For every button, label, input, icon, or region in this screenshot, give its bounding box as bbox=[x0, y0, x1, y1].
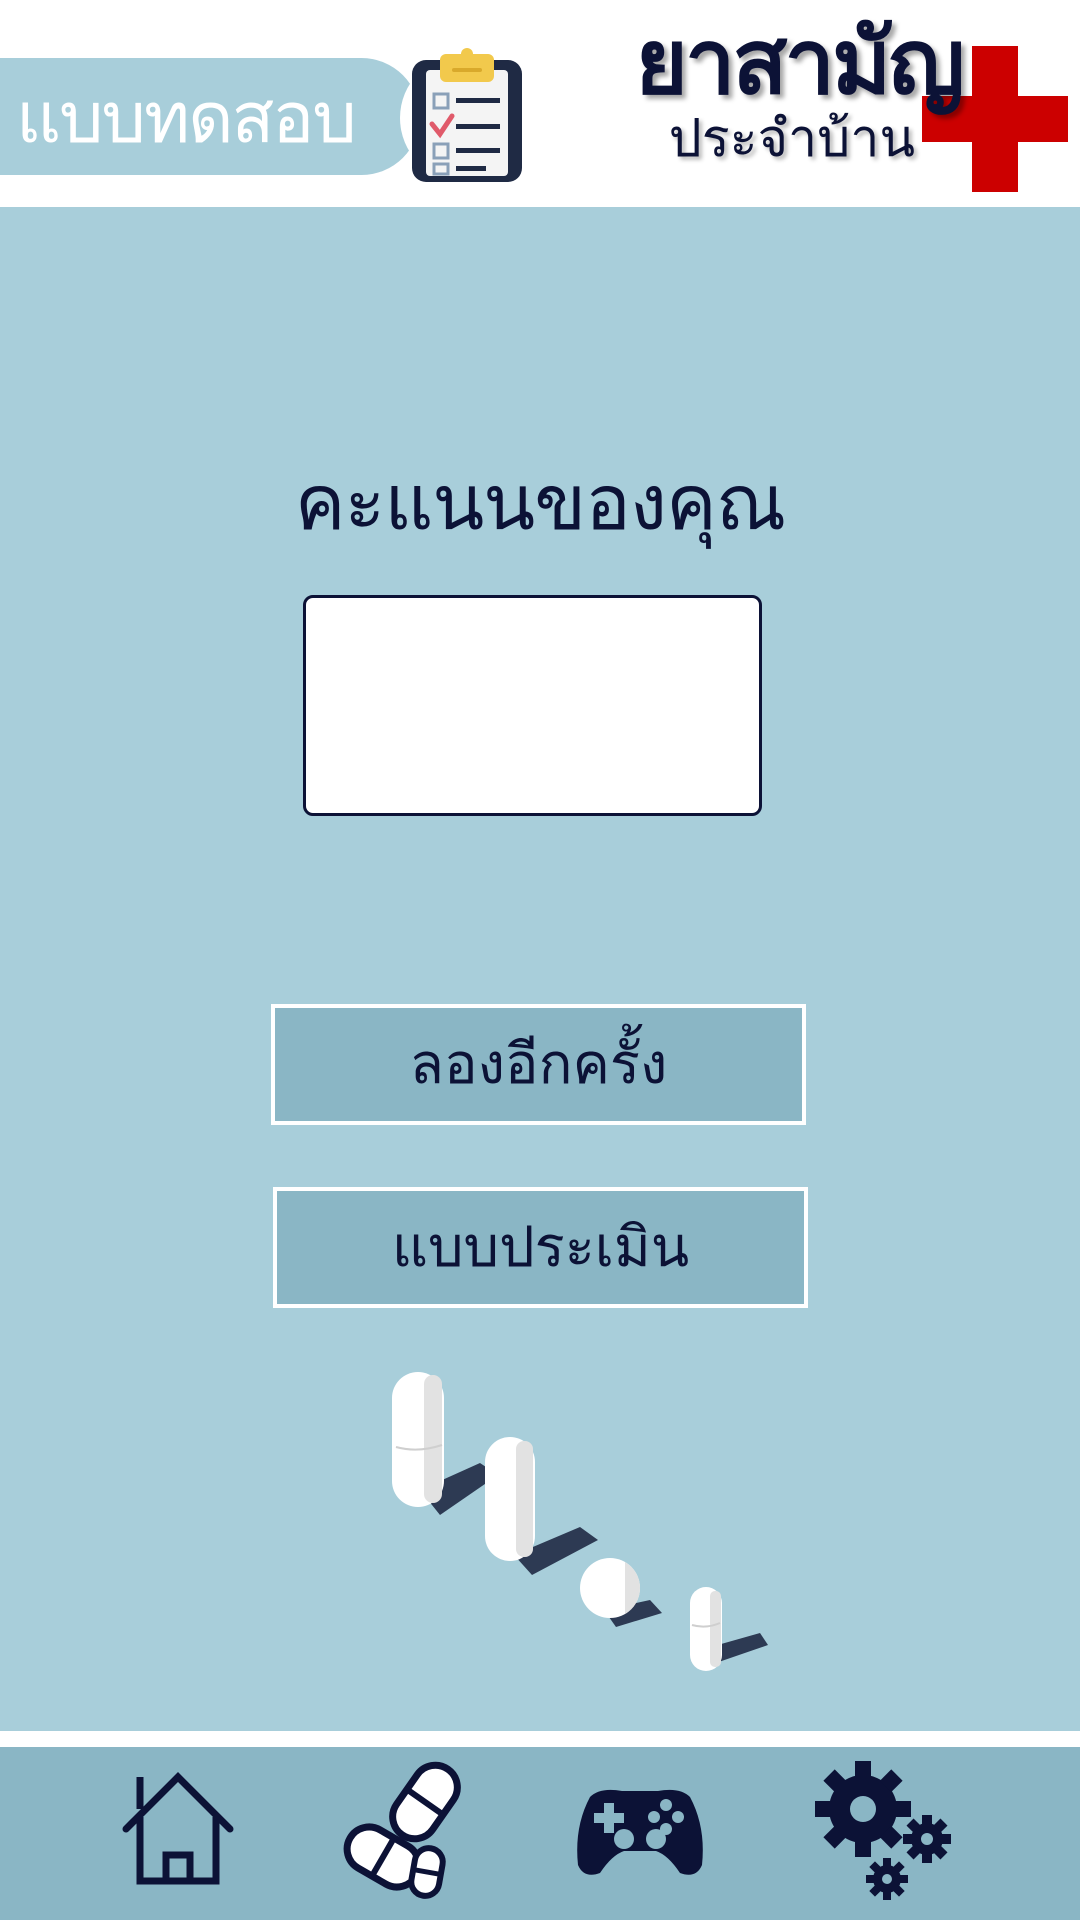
nav-settings[interactable] bbox=[805, 1747, 965, 1920]
pills-icon bbox=[343, 1761, 461, 1899]
clipboard-checklist-icon bbox=[400, 48, 528, 182]
bottom-navbar bbox=[0, 1747, 1080, 1920]
assessment-button[interactable]: แบบประเมิน bbox=[273, 1187, 808, 1308]
brand-subtitle: ประจำบ้าน bbox=[668, 109, 915, 169]
settings-gears-icon bbox=[815, 1761, 951, 1900]
nav-divider bbox=[0, 1731, 1080, 1747]
score-heading: คะแนนของคุณ bbox=[294, 458, 787, 547]
gamepad-icon bbox=[577, 1789, 703, 1875]
nav-game[interactable] bbox=[560, 1747, 720, 1920]
nav-home[interactable] bbox=[100, 1747, 260, 1920]
nav-medicine[interactable] bbox=[335, 1747, 495, 1920]
score-box bbox=[303, 595, 762, 816]
header: แบบทดสอบ ยาสามัญ ประจำบ้าน bbox=[0, 0, 1080, 207]
page-title: แบบทดสอบ bbox=[16, 77, 357, 159]
brand-title: ยาสามัญ bbox=[635, 10, 965, 115]
retry-button[interactable]: ลองอีกครั้ง bbox=[271, 1004, 806, 1125]
main-content: คะแนนของคุณ ลองอีกครั้ง แบบประเมิน bbox=[0, 207, 1080, 1731]
home-icon bbox=[122, 1772, 234, 1885]
pills-illustration bbox=[392, 1372, 768, 1671]
